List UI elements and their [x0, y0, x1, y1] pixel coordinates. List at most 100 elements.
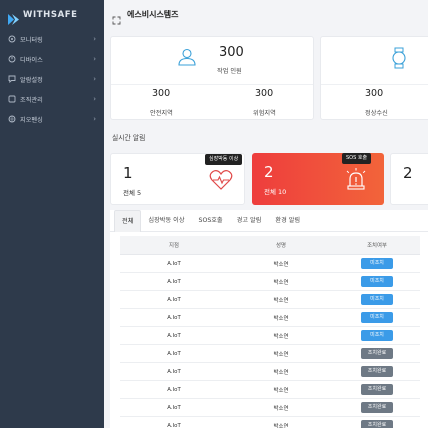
action-pending-button[interactable]: 미조치 [361, 258, 393, 269]
card-divider [111, 84, 313, 85]
tab-sos[interactable]: SOS호출 [192, 210, 230, 232]
cell-status: 조치완료 [334, 384, 420, 395]
column-header-name: 성명 [276, 243, 286, 249]
sidebar-item-device[interactable]: 디바이스 › [0, 49, 104, 69]
cell-name: 박소연 [273, 297, 289, 304]
chevron-right-icon: › [93, 75, 96, 83]
cell-status: 미조치 [334, 330, 420, 341]
cell-site: A.IoT [167, 332, 181, 339]
table-row[interactable]: A.IoT 박소연 미조치 [120, 309, 420, 327]
sos-alert-card[interactable]: SOS 호출 2 전체 10 [252, 153, 384, 205]
danger-zone-count: 300 [255, 88, 274, 99]
sidebar-item-alarm[interactable]: 알람설정 › [0, 69, 104, 89]
card-divider [321, 84, 428, 85]
cell-site: A.IoT [167, 350, 181, 357]
cell-site: A.IoT [167, 368, 181, 375]
cell-status: 미조치 [334, 258, 420, 269]
geofence-icon [7, 115, 16, 124]
table-header: 지점 성명 조치여부 [120, 236, 420, 255]
table-row[interactable]: A.IoT 박소연 조치완료 [120, 345, 420, 363]
action-pending-button[interactable]: 미조치 [361, 330, 393, 341]
column-header-site: 지점 [169, 243, 179, 249]
action-done-button[interactable]: 조치완료 [361, 420, 393, 428]
alert-table: 지점 성명 조치여부 A.IoT 박소연 미조치 A.IoT 박소연 미조치 A.IoT 박소… [120, 236, 420, 428]
sidebar-nav: 모니터링 › 디바이스 › 알람설정 › 조직관리 › 지오펜싱 › [0, 29, 104, 129]
sos-alert-total: 전체 10 [264, 188, 287, 196]
sidebar: WITHSAFE 모니터링 › 디바이스 › 알람설정 › 조직관리 › 지오펜… [0, 0, 104, 428]
cell-name: 박소연 [273, 423, 289, 428]
cell-name: 박소연 [273, 315, 289, 322]
tab-environment[interactable]: 환경 알림 [268, 210, 307, 232]
chevron-right-icon: › [93, 95, 96, 103]
cell-status: 미조치 [334, 276, 420, 287]
safe-zone-count: 300 [152, 88, 171, 99]
alert-3-count: 2 [403, 164, 413, 182]
cell-site: A.IoT [167, 404, 181, 411]
table-row[interactable]: A.IoT 박소연 미조치 [120, 255, 420, 273]
table-row[interactable]: A.IoT 박소연 조치완료 [120, 399, 420, 417]
column-header-status: 조치여부 [367, 243, 387, 249]
alert-card-3[interactable]: 2 [390, 153, 428, 205]
cell-site: A.IoT [167, 278, 181, 285]
cell-name: 박소연 [273, 405, 289, 412]
tab-warning[interactable]: 경고 알림 [230, 210, 269, 232]
table-row[interactable]: A.IoT 박소연 조치완료 [120, 417, 420, 428]
heartbeat-alert-card[interactable]: 심장박동 이상 1 전체 5 [110, 153, 245, 205]
cell-name: 박소연 [273, 351, 289, 358]
topbar: 에스비시스템즈 [104, 0, 428, 28]
chevron-right-icon: › [93, 115, 96, 123]
table-body: A.IoT 박소연 미조치 A.IoT 박소연 미조치 A.IoT 박소연 미조치 A.IoT 박소… [120, 255, 420, 428]
cell-status: 미조치 [334, 294, 420, 305]
monitor-icon [7, 35, 16, 44]
sidebar-item-org[interactable]: 조직관리 › [0, 89, 104, 109]
normal-recv-label: 정상수신 [365, 110, 388, 117]
sidebar-item-geofence[interactable]: 지오펜싱 › [0, 109, 104, 129]
action-pending-button[interactable]: 미조치 [361, 276, 393, 287]
cell-name: 박소연 [273, 333, 289, 340]
table-row[interactable]: A.IoT 박소연 미조치 [120, 291, 420, 309]
heartbeat-alert-total: 전체 5 [123, 189, 142, 197]
cell-site: A.IoT [167, 260, 181, 267]
cell-site: A.IoT [167, 386, 181, 393]
action-pending-button[interactable]: 미조치 [361, 294, 393, 305]
sidebar-item-monitoring[interactable]: 모니터링 › [0, 29, 104, 49]
sidebar-item-label: 모니터링 [20, 36, 43, 44]
cell-name: 박소연 [273, 261, 289, 268]
cell-name: 박소연 [273, 279, 289, 286]
action-pending-button[interactable]: 미조치 [361, 312, 393, 323]
watch-icon [391, 47, 407, 73]
expand-icon[interactable] [112, 10, 121, 24]
cell-name: 박소연 [273, 369, 289, 376]
tab-all[interactable]: 전체 [114, 209, 142, 232]
alert-list-panel: 전체 심장박동 이상 SOS호출 경고 알림 환경 알림 지점 성명 조치여부 … [110, 209, 428, 428]
cell-site: A.IoT [167, 314, 181, 321]
cell-status: 미조치 [334, 312, 420, 323]
worker-stats-card: 300 작업 인원 300 안전지역 300 위험지역 [110, 36, 314, 120]
chevron-right-icon: › [93, 55, 96, 63]
cell-status: 조치완료 [334, 366, 420, 377]
device-icon [7, 55, 16, 64]
table-row[interactable]: A.IoT 박소연 미조치 [120, 327, 420, 345]
chevron-right-icon: › [93, 35, 96, 43]
sidebar-item-label: 디바이스 [20, 56, 43, 64]
sidebar-item-label: 알람설정 [20, 76, 43, 84]
siren-icon [344, 167, 368, 195]
sidebar-item-label: 지오펜싱 [20, 116, 43, 124]
table-row[interactable]: A.IoT 박소연 조치완료 [120, 381, 420, 399]
sos-badge: SOS 호출 [342, 153, 372, 164]
cell-status: 조치완료 [334, 420, 420, 428]
heartbeat-alert-count: 1 [123, 164, 133, 182]
main-content: 에스비시스템즈 300 작업 인원 300 안전지역 300 위험지역 300 … [104, 0, 428, 428]
brand-name: WITHSAFE [23, 10, 78, 20]
action-done-button[interactable]: 조치완료 [361, 384, 393, 395]
heartbeat-icon [209, 169, 233, 195]
action-done-button[interactable]: 조치완료 [361, 348, 393, 359]
tab-heartbeat[interactable]: 심장박동 이상 [141, 210, 191, 232]
action-done-button[interactable]: 조치완료 [361, 402, 393, 413]
realtime-alert-title: 실시간 알림 [112, 134, 146, 142]
alarm-icon [7, 75, 16, 84]
table-row[interactable]: A.IoT 박소연 조치완료 [120, 363, 420, 381]
brand-logo[interactable]: WITHSAFE [8, 8, 78, 25]
table-row[interactable]: A.IoT 박소연 미조치 [120, 273, 420, 291]
action-done-button[interactable]: 조치완료 [361, 366, 393, 377]
